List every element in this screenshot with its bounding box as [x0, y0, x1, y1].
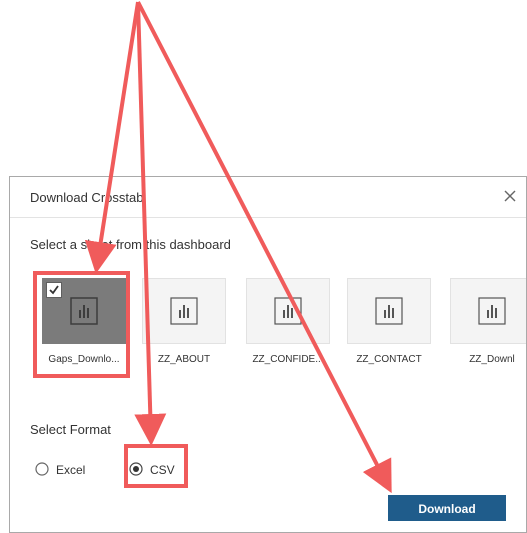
sheet-option-zz-contact[interactable]: ZZ_CONTACT — [343, 274, 435, 370]
sheet-name: ZZ_CONFIDE... — [252, 354, 324, 365]
bar-chart-icon — [274, 297, 302, 325]
sheet-thumbnail — [142, 278, 226, 344]
sheet-section-label: Select a sheet from this dashboard — [30, 237, 231, 252]
sheet-thumbnail — [347, 278, 431, 344]
sheet-thumbnail — [42, 278, 126, 344]
dialog-title: Download Crosstab — [30, 190, 144, 205]
dialog-header: Download Crosstab — [10, 177, 526, 218]
sheet-checkbox[interactable] — [46, 282, 62, 298]
radio-label: CSV — [150, 463, 175, 477]
sheet-option-zz-confidential[interactable]: ZZ_CONFIDE... — [242, 274, 334, 370]
format-section-label: Select Format — [30, 422, 111, 437]
radio-checked-icon — [129, 462, 143, 476]
radio-label: Excel — [56, 463, 86, 477]
sheet-name: ZZ_CONTACT — [356, 354, 422, 365]
bar-chart-icon — [70, 297, 98, 325]
sheet-name: Gaps_Downlo... — [48, 354, 120, 365]
sheet-thumbnail — [450, 278, 526, 344]
sheet-name: ZZ_ABOUT — [157, 354, 211, 365]
sheet-option-gaps-download[interactable]: Gaps_Downlo... — [38, 274, 130, 370]
screenshot-stage: Download Crosstab Select a sheet from th… — [0, 0, 527, 533]
sheet-option-zz-download[interactable]: ZZ_Downl — [446, 274, 526, 370]
download-crosstab-dialog: Download Crosstab Select a sheet from th… — [9, 176, 527, 533]
close-icon — [504, 190, 516, 202]
checkmark-icon — [49, 285, 59, 295]
download-button[interactable]: Download — [388, 495, 506, 521]
sheet-thumbnail — [246, 278, 330, 344]
sheet-option-zz-about[interactable]: ZZ_ABOUT — [138, 274, 230, 370]
sheet-name: ZZ_Downl — [469, 354, 515, 365]
bar-chart-icon — [170, 297, 198, 325]
radio-unchecked-icon — [35, 462, 49, 476]
bar-chart-icon — [375, 297, 403, 325]
close-button[interactable] — [500, 186, 520, 206]
bar-chart-icon — [478, 297, 506, 325]
